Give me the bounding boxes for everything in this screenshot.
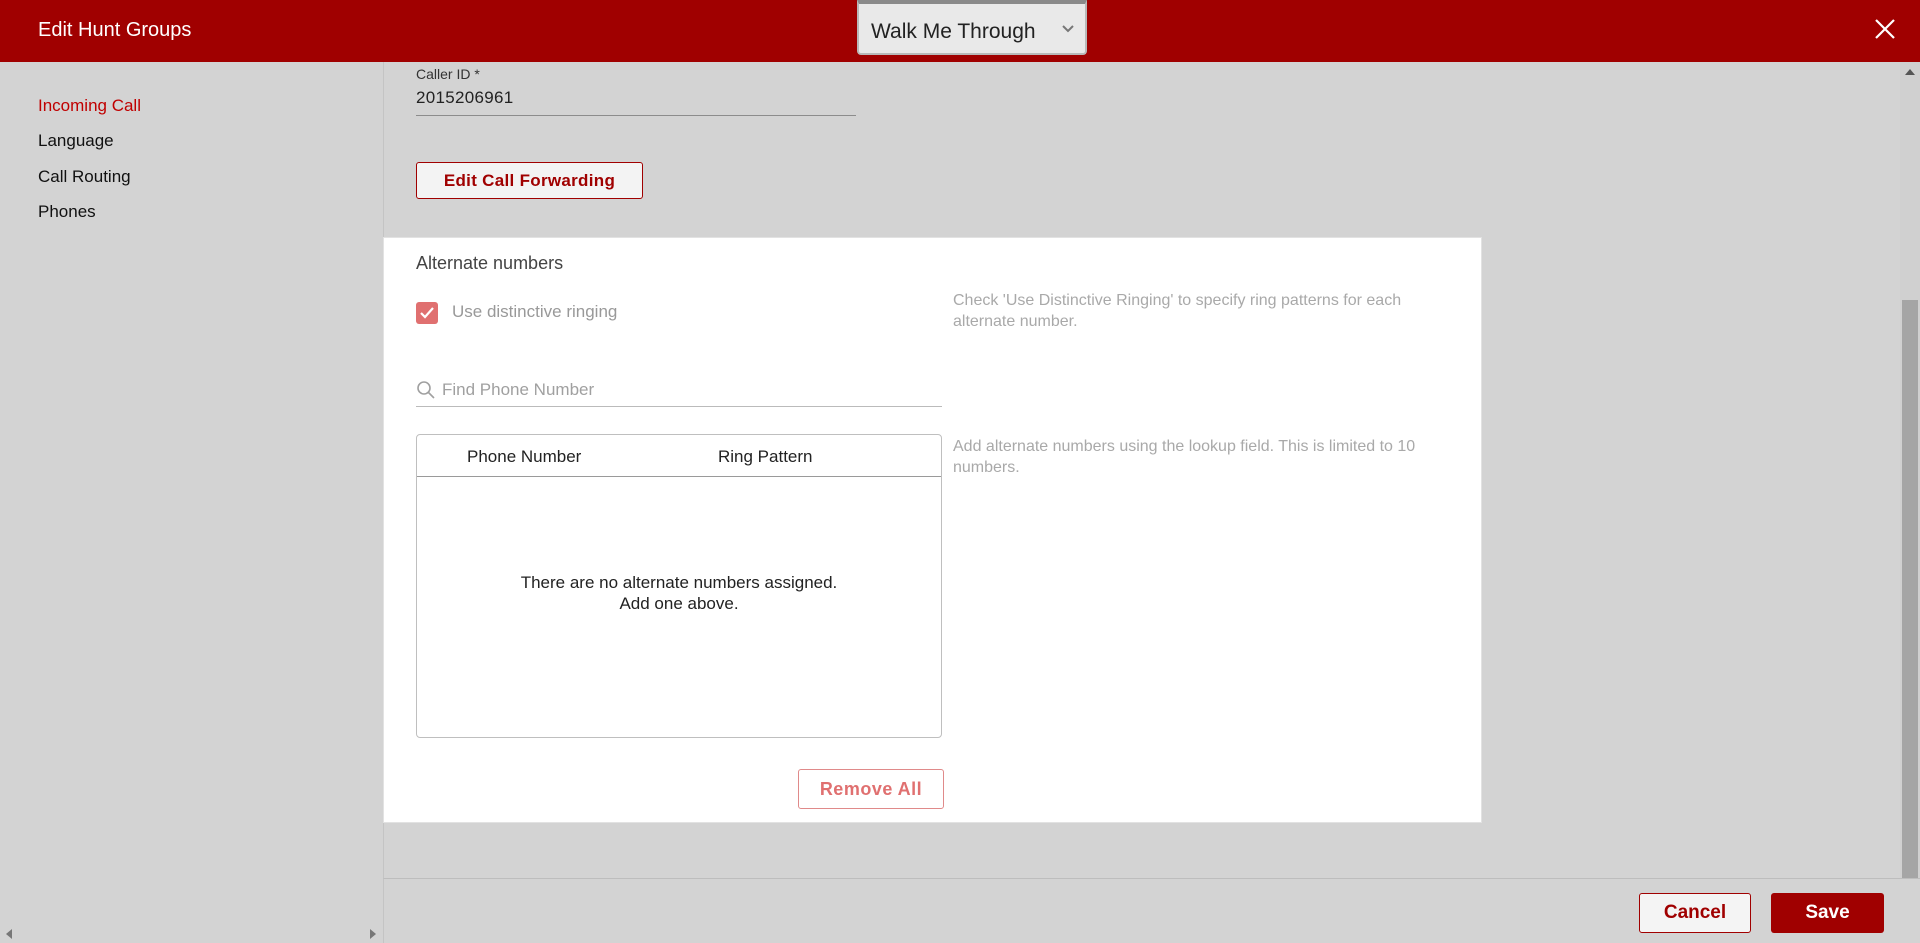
empty-table-message: There are no alternate numbers assigned.… [417, 572, 941, 614]
alternate-numbers-table: Phone Number Ring Pattern There are no a… [416, 434, 942, 738]
sidebar-item-incoming-call[interactable]: Incoming Call [38, 96, 141, 116]
alternate-numbers-title: Alternate numbers [416, 253, 564, 273]
caller-id-label: Caller ID * [416, 66, 480, 82]
search-icon [417, 381, 435, 399]
distinctive-ringing-label: Use distinctive ringing [452, 302, 618, 321]
edit-call-forwarding-button[interactable]: Edit Call Forwarding [416, 162, 643, 199]
cancel-button[interactable]: Cancel [1639, 893, 1751, 933]
empty-message-line1: There are no alternate numbers assigned. [520, 573, 838, 592]
sidebar-item-language[interactable]: Language [38, 131, 114, 151]
find-phone-number-input[interactable] [442, 378, 932, 402]
sidebar-item-call-routing[interactable]: Call Routing [38, 167, 131, 187]
save-button[interactable]: Save [1771, 893, 1884, 933]
remove-all-button[interactable]: Remove All [798, 769, 944, 809]
close-icon[interactable] [1873, 17, 1897, 41]
lookup-hint: Add alternate numbers using the lookup f… [953, 438, 1416, 476]
scroll-right-arrow-icon[interactable] [370, 929, 376, 939]
scroll-up-arrow-icon[interactable] [1905, 69, 1915, 75]
caller-id-value: 2015206961 [416, 88, 514, 107]
horizontal-scrollbar[interactable] [0, 924, 383, 943]
table-header: Phone Number Ring Pattern [417, 435, 941, 477]
chevron-down-icon [1062, 25, 1074, 33]
header-bar: Edit Hunt Groups Walk Me Through [0, 0, 1920, 62]
scroll-left-arrow-icon[interactable] [6, 929, 12, 939]
checkmark-icon [420, 307, 434, 319]
phone-number-column-header[interactable]: Phone Number [467, 447, 581, 467]
page-title: Edit Hunt Groups [38, 19, 192, 41]
scrollbar-thumb[interactable] [1902, 300, 1918, 878]
footer-bar: Cancel Save [383, 878, 1920, 943]
empty-message-line2: Add one above. [619, 594, 739, 613]
vertical-scrollbar[interactable] [1900, 62, 1920, 878]
sidebar: Incoming Call Language Call Routing Phon… [0, 62, 383, 943]
caller-id-field[interactable]: 2015206961 [416, 84, 856, 116]
alternate-numbers-card: Alternate numbers Use distinctive ringin… [383, 237, 1482, 823]
walk-me-through-label: Walk Me Through [871, 20, 1036, 43]
find-phone-number-search [416, 373, 942, 407]
walk-me-through-dropdown[interactable]: Walk Me Through [857, 0, 1087, 55]
distinctive-ringing-checkbox[interactable] [416, 302, 438, 324]
distinctive-ringing-hint: Check 'Use Distinctive Ringing' to speci… [953, 292, 1402, 330]
ring-pattern-column-header[interactable]: Ring Pattern [718, 447, 813, 467]
sidebar-item-phones[interactable]: Phones [38, 202, 96, 222]
main-content: Caller ID * 2015206961 Edit Call Forward… [383, 62, 1900, 878]
